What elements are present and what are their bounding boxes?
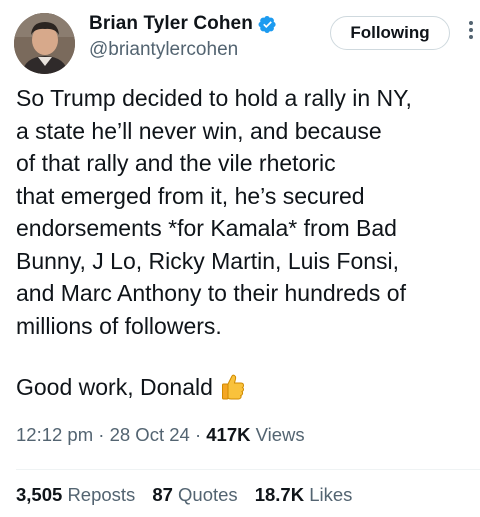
likes-stat[interactable]: 18.7K Likes (255, 484, 353, 506)
separator-dot: · (98, 424, 105, 445)
post-time[interactable]: 12:12 pm (16, 424, 93, 445)
avatar[interactable] (14, 13, 75, 74)
tweet-text-line: a state he’ll never win, and because (16, 117, 382, 144)
tweet-text-line: of that rally and the vile rhetoric (16, 150, 336, 176)
handle[interactable]: @briantylercohen (89, 39, 277, 61)
tweet-detail: Brian Tyler Cohen @briantylercohen Follo… (0, 0, 480, 517)
tweet-text-line: endorsements *for Kamala* from Bad (16, 215, 397, 241)
tweet-text-line: Bunny, J Lo, Ricky Martin, Luis Fonsi, (16, 247, 400, 274)
views-label: Views (255, 424, 305, 445)
quotes-label: Quotes (178, 484, 238, 505)
tweet-closing-line: Good work, Donald (16, 371, 245, 403)
tweet-text-line: millions of followers. (16, 312, 222, 339)
timestamp-row: 12:12 pm · 28 Oct 24 · 417K Views (16, 424, 305, 446)
likes-count: 18.7K (254, 484, 305, 505)
tweet-text-line: that emerged from it, he’s secured (16, 182, 365, 209)
display-name[interactable]: Brian Tyler Cohen (89, 13, 253, 35)
divider (16, 469, 480, 470)
author-block: Brian Tyler Cohen @briantylercohen (89, 12, 277, 61)
post-date[interactable]: 28 Oct 24 (110, 424, 190, 445)
reposts-stat[interactable]: 3,505 Reposts (16, 484, 135, 506)
tweet-text: So Trump decided to hold a rally in NY, … (16, 82, 472, 342)
separator-dot: · (194, 424, 202, 445)
tweet-text-line: and Marc Anthony to their hundreds of (16, 280, 406, 306)
likes-label: Likes (309, 484, 353, 505)
tweet-closing-text: Good work, Donald (16, 374, 213, 400)
name-row: Brian Tyler Cohen (89, 12, 277, 36)
reposts-label: Reposts (67, 484, 136, 505)
quotes-stat[interactable]: 87 Quotes (152, 484, 237, 506)
reposts-count: 3,505 (16, 484, 63, 505)
following-button[interactable]: Following (330, 16, 450, 50)
quotes-count: 87 (152, 484, 173, 505)
thumbs-up-icon (221, 373, 245, 401)
engagement-stats: 3,505 Reposts 87 Quotes 18.7K Likes (16, 484, 369, 506)
tweet-text-line: So Trump decided to hold a rally in NY, (16, 85, 412, 111)
verified-badge-icon (258, 15, 277, 34)
views-count[interactable]: 417K (206, 424, 250, 445)
vertical-ellipsis-icon[interactable] (466, 18, 476, 48)
